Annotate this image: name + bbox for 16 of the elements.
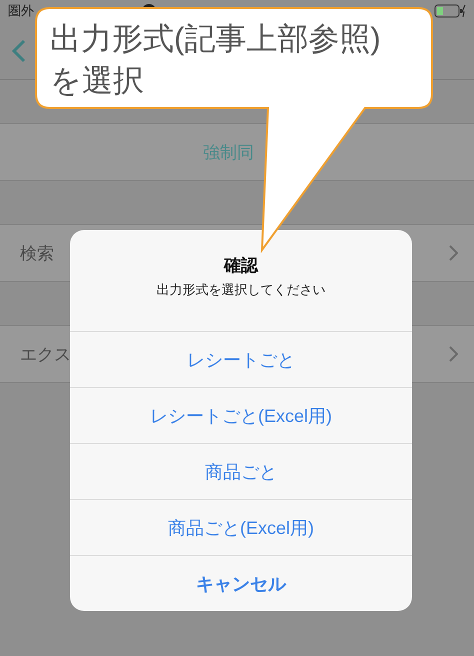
back-icon[interactable]	[12, 38, 26, 62]
row-label: 検索	[20, 242, 54, 264]
battery-icon	[434, 4, 466, 18]
carrier-label: 圏外	[8, 2, 34, 20]
option-button[interactable]: 商品ごと	[70, 443, 412, 499]
chevron-icon	[449, 346, 458, 362]
cancel-button[interactable]: キャンセル	[70, 555, 412, 611]
callout-text: 出力形式(記事上部参照) を選択	[50, 20, 381, 100]
row-label: 強制同	[203, 142, 254, 164]
row-label: エクス	[20, 344, 71, 366]
option-button[interactable]: 商品ごと(Excel用)	[70, 499, 412, 555]
option-button[interactable]: レシートごと	[70, 331, 412, 387]
chevron-icon	[449, 245, 458, 261]
dialog-title: 確認	[224, 255, 258, 277]
option-button[interactable]: レシートごと(Excel用)	[70, 387, 412, 443]
dialog-message: 出力形式を選択してください	[156, 281, 326, 299]
